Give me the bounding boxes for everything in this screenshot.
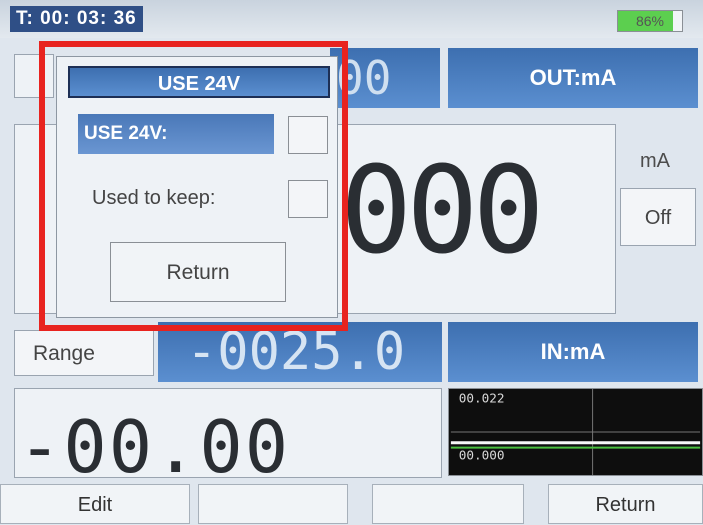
range-top-label-box xyxy=(14,54,54,98)
use24v-option-label[interactable]: USE 24V: xyxy=(78,114,274,154)
softkey-3[interactable] xyxy=(372,484,524,524)
battery-indicator: 86% xyxy=(617,10,683,32)
used-to-keep-label[interactable]: Used to keep: xyxy=(78,178,274,218)
timer-readout: T: 00: 03: 36 xyxy=(10,6,143,32)
use24v-checkbox[interactable] xyxy=(288,116,328,154)
source-value-top: 00 xyxy=(330,48,440,108)
measure-value: -00.00 xyxy=(18,405,291,489)
softkey-return[interactable]: Return xyxy=(548,484,703,524)
softkey-2[interactable] xyxy=(198,484,348,524)
dialog-return-button[interactable]: Return xyxy=(110,242,286,302)
range-button[interactable]: Range xyxy=(14,330,154,376)
in-mode-button[interactable]: IN:mA xyxy=(448,322,698,382)
trend-chart: 00.022 00.000 xyxy=(448,388,703,476)
unit-label: mA xyxy=(640,150,670,172)
chart-label-bottom: 00.000 xyxy=(459,447,505,462)
output-toggle-button[interactable]: Off xyxy=(620,188,696,246)
main-source-value: 000 xyxy=(340,142,545,281)
softkey-edit[interactable]: Edit xyxy=(0,484,190,524)
chart-label-top: 00.022 xyxy=(459,391,505,406)
battery-percent: 86% xyxy=(635,13,665,29)
range-value: -0025.0 xyxy=(158,322,442,382)
used-to-keep-checkbox[interactable] xyxy=(288,180,328,218)
dialog-title: USE 24V xyxy=(68,66,330,98)
out-mode-button[interactable]: OUT:mA xyxy=(448,48,698,108)
